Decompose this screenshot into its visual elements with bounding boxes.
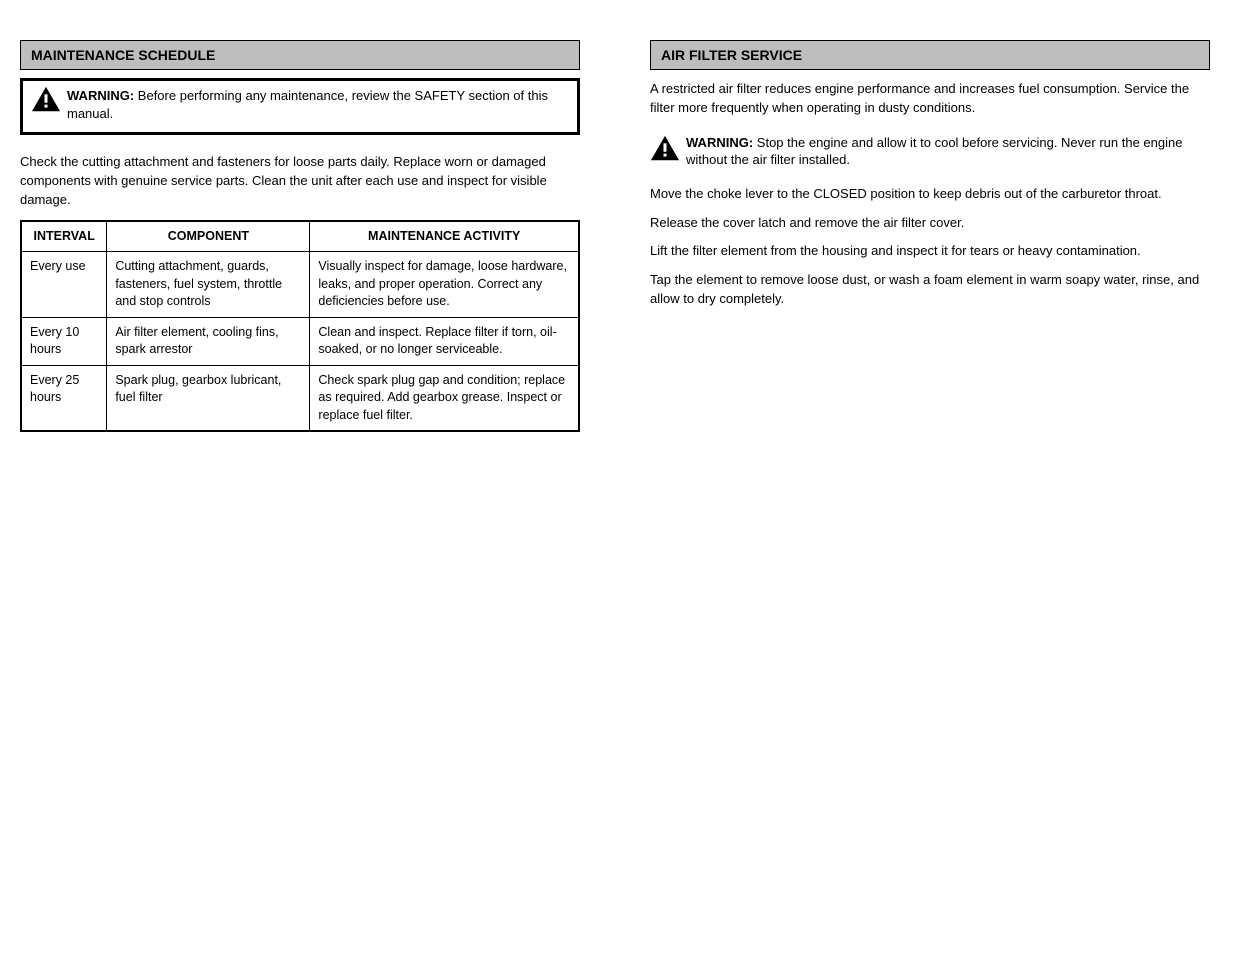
- warning-label: WARNING:: [686, 135, 753, 150]
- table-row: Every use Cutting attachment, guards, fa…: [21, 252, 579, 318]
- col-component: COMPONENT: [107, 221, 310, 252]
- table-row: Every 10 hours Air filter element, cooli…: [21, 317, 579, 365]
- warning-body: Stop the engine and allow it to cool bef…: [686, 135, 1182, 168]
- cell-interval: Every use: [21, 252, 107, 318]
- cell-component: Spark plug, gearbox lubricant, fuel filt…: [107, 365, 310, 431]
- cell-activity: Visually inspect for damage, loose hardw…: [310, 252, 579, 318]
- cell-component: Air filter element, cooling fins, spark …: [107, 317, 310, 365]
- warning-triangle-icon: [31, 85, 61, 113]
- cell-activity: Clean and inspect. Replace filter if tor…: [310, 317, 579, 365]
- left-section-title: MAINTENANCE SCHEDULE: [20, 40, 580, 70]
- cell-interval: Every 25 hours: [21, 365, 107, 431]
- warning-body: Before performing any maintenance, revie…: [67, 88, 548, 121]
- col-activity: MAINTENANCE ACTIVITY: [310, 221, 579, 252]
- maintenance-warning-box: WARNING: Before performing any maintenan…: [20, 78, 580, 135]
- warning-label: WARNING:: [67, 88, 134, 103]
- air-filter-intro: A restricted air filter reduces engine p…: [650, 80, 1210, 118]
- cell-component: Cutting attachment, guards, fasteners, f…: [107, 252, 310, 318]
- air-filter-warning: WARNING: Stop the engine and allow it to…: [650, 134, 1210, 169]
- service-step-1: Move the choke lever to the CLOSED posit…: [650, 185, 1210, 204]
- service-step-4: Tap the element to remove loose dust, or…: [650, 271, 1210, 309]
- service-step-3: Lift the filter element from the housing…: [650, 242, 1210, 261]
- col-interval: INTERVAL: [21, 221, 107, 252]
- cell-activity: Check spark plug gap and condition; repl…: [310, 365, 579, 431]
- maintenance-warning-text: WARNING: Before performing any maintenan…: [67, 87, 569, 122]
- air-filter-warning-text: WARNING: Stop the engine and allow it to…: [686, 134, 1210, 169]
- maintenance-intro: Check the cutting attachment and fastene…: [20, 153, 580, 210]
- maintenance-schedule-table: INTERVAL COMPONENT MAINTENANCE ACTIVITY …: [20, 220, 580, 433]
- right-section-title: AIR FILTER SERVICE: [650, 40, 1210, 70]
- table-row: Every 25 hours Spark plug, gearbox lubri…: [21, 365, 579, 431]
- warning-triangle-icon: [650, 134, 680, 162]
- cell-interval: Every 10 hours: [21, 317, 107, 365]
- service-step-2: Release the cover latch and remove the a…: [650, 214, 1210, 233]
